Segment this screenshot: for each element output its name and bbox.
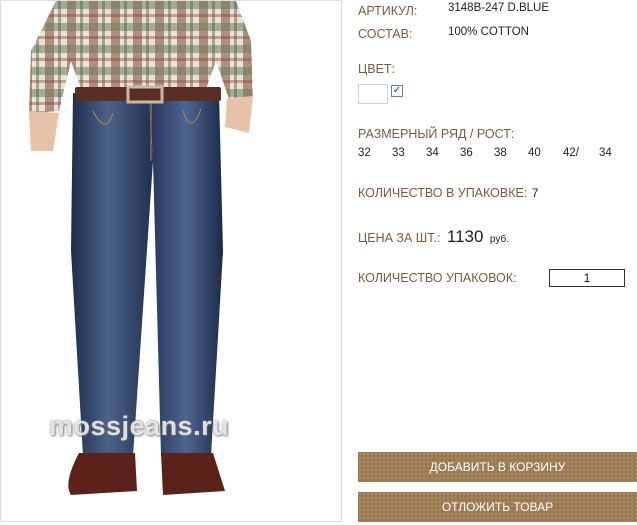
pack-quantity-label: КОЛИЧЕСТВО В УПАКОВКЕ: [358, 186, 528, 200]
product-photo[interactable]: mossjeans.ru [0, 0, 342, 522]
left-shoe [68, 453, 137, 495]
color-label: ЦВЕТ: [358, 62, 396, 76]
right-shoe [161, 453, 225, 495]
watermark-logo: mossjeans.ru [49, 411, 230, 441]
left-hand [29, 111, 59, 151]
size-range-label: РАЗМЕРНЫЙ РЯД / РОСТ: [358, 127, 515, 141]
size-item: 36 [460, 147, 473, 159]
size-item: 34 [426, 147, 439, 159]
composition-row: СОСТАВ: 100% COTTON [358, 25, 529, 43]
size-list: 32 33 34 36 38 40 42/ 34 [358, 147, 637, 163]
color-checkbox[interactable]: ✓ [391, 85, 403, 97]
price-unit: руб. [489, 234, 509, 245]
jeans-model-illustration [29, 1, 253, 495]
pack-quantity-row: КОЛИЧЕСТВО В УПАКОВКЕ: 7 [358, 184, 538, 202]
composition-value: 100% COTTON [448, 26, 529, 38]
sku-label: АРТИКУЛ: [358, 4, 418, 18]
price-row: ЦЕНА ЗА ШТ.: 1130 руб. [358, 227, 509, 247]
defer-item-button[interactable]: ОТЛОЖИТЬ ТОВАР [358, 492, 637, 522]
composition-label: СОСТАВ: [358, 27, 413, 41]
price-value: 1130 [446, 227, 484, 246]
sku-row: АРТИКУЛ: 3148B-247 D.BLUE [358, 2, 549, 20]
right-hand [225, 96, 253, 133]
jeans-left-leg [71, 93, 153, 456]
color-swatch[interactable] [358, 84, 388, 104]
size-item: 34 [599, 147, 612, 159]
size-item: 40 [528, 147, 541, 159]
sku-value: 3148B-247 D.BLUE [448, 2, 550, 14]
add-to-cart-button[interactable]: ДОБАВИТЬ В КОРЗИНУ [358, 452, 637, 482]
jeans-right-leg [149, 93, 223, 456]
pack-quantity-value: 7 [531, 186, 539, 200]
size-item: 33 [392, 147, 405, 159]
belt [75, 87, 221, 101]
packs-count-label: КОЛИЧЕСТВО УПАКОВОК: [358, 271, 517, 285]
packs-count-input[interactable] [549, 269, 625, 287]
size-item: 42/ [563, 147, 579, 159]
price-label: ЦЕНА ЗА ШТ.: [358, 231, 441, 245]
size-item: 38 [494, 147, 507, 159]
size-item: 32 [358, 147, 371, 159]
